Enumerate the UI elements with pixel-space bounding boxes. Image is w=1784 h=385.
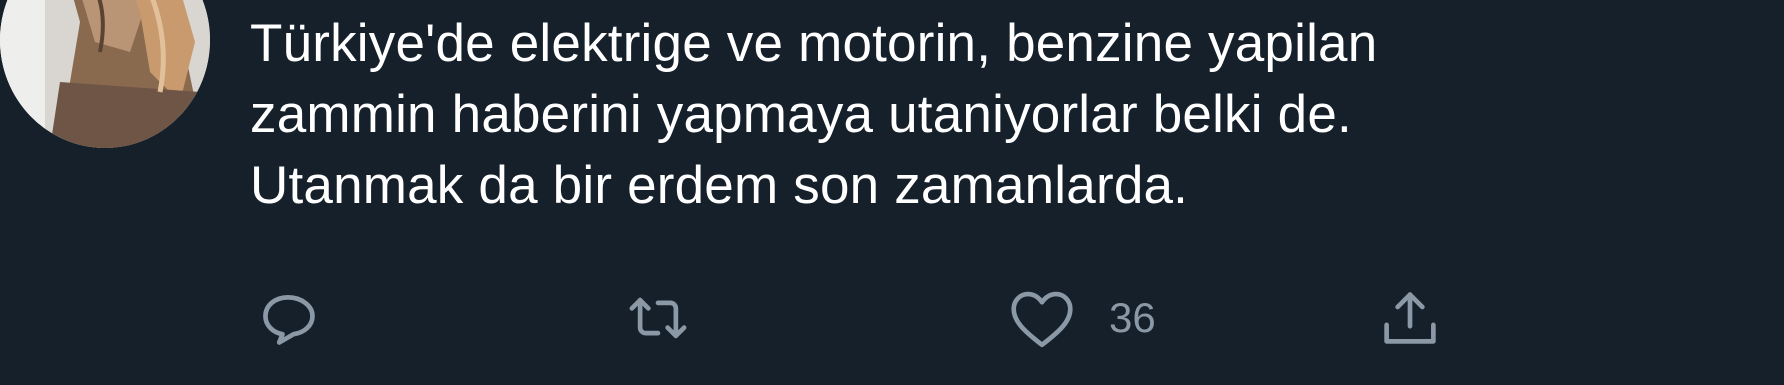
reply-button[interactable] bbox=[255, 285, 321, 351]
tweet-text: Türkiye'de elektrige ve motorin, benzine… bbox=[250, 8, 1700, 221]
like-button[interactable]: 36 bbox=[1007, 285, 1156, 351]
heart-icon bbox=[1007, 285, 1077, 351]
reply-icon bbox=[255, 285, 321, 351]
share-button[interactable] bbox=[1377, 285, 1443, 351]
tweet-text-line: Utanmak da bir erdem son zamanlarda. bbox=[250, 156, 1189, 215]
tweet-text-line: zammin haberini yapmaya utaniyorlar belk… bbox=[250, 85, 1352, 144]
avatar-image bbox=[0, 0, 210, 148]
share-icon bbox=[1377, 285, 1443, 351]
tweet-text-line: Türkiye'de elektrige ve motorin, benzine… bbox=[250, 14, 1378, 73]
like-count: 36 bbox=[1109, 294, 1156, 341]
avatar[interactable] bbox=[0, 0, 210, 148]
retweet-button[interactable] bbox=[625, 285, 691, 351]
retweet-icon bbox=[625, 285, 691, 351]
tweet-card: Türkiye'de elektrige ve motorin, benzine… bbox=[0, 0, 1784, 385]
